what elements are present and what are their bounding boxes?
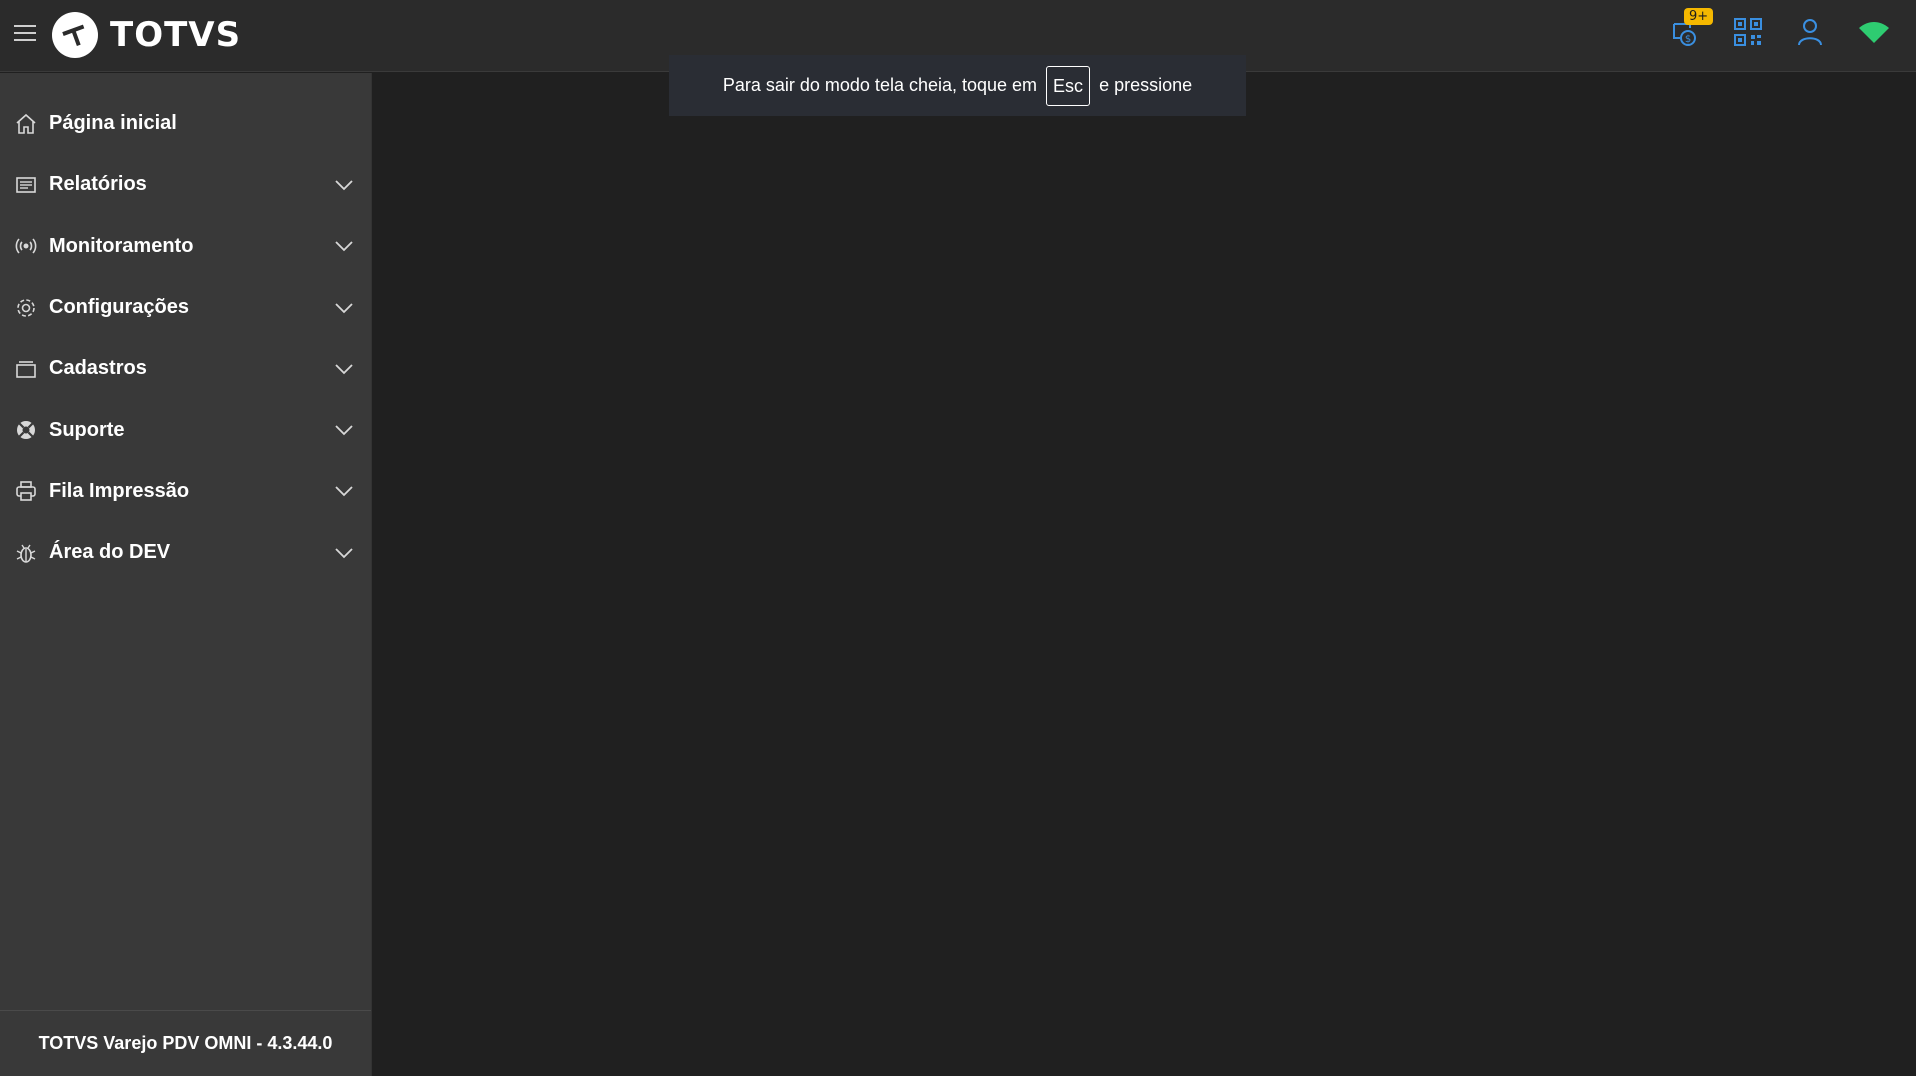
sidebar-item-label: Suporte — [49, 418, 125, 441]
app-version-label: TOTVS Varejo PDV OMNI - 4.3.44.0 — [38, 1033, 333, 1053]
connection-status[interactable] — [1856, 14, 1892, 54]
sidebar-item-suporte[interactable]: Suporte — [0, 399, 371, 460]
sidebar: Página inicial Relatórios Monitoramento … — [0, 73, 372, 1076]
svg-text:$: $ — [1685, 34, 1691, 45]
totvs-logo-icon — [52, 12, 98, 58]
chevron-down-icon[interactable] — [333, 235, 355, 257]
sidebar-item-fila-impressao[interactable]: Fila Impressão — [0, 461, 371, 522]
gear-icon — [17, 298, 35, 317]
sidebar-item-cadastros[interactable]: Cadastros — [0, 338, 371, 399]
lifebuoy-icon — [17, 421, 35, 440]
chevron-down-icon[interactable] — [333, 358, 355, 380]
sidebar-item-label: Configurações — [49, 296, 190, 319]
main-content — [372, 73, 1916, 1076]
sidebar-item-area-do-dev[interactable]: Área do DEV — [0, 522, 371, 583]
sidebar-item-configuracoes[interactable]: Configurações — [0, 277, 371, 338]
sidebar-item-label: Monitoramento — [49, 234, 194, 257]
printer-icon — [16, 481, 36, 502]
wifi-icon — [1859, 22, 1889, 43]
sidebar-item-label: Página inicial — [49, 112, 177, 135]
qr-code-icon — [1734, 18, 1762, 46]
sidebar-item-label: Área do DEV — [49, 541, 171, 564]
sidebar-item-monitoramento[interactable]: Monitoramento — [0, 216, 371, 277]
bug-icon — [16, 544, 36, 563]
home-icon — [16, 113, 36, 134]
sidebar-item-label: Fila Impressão — [49, 479, 190, 502]
chevron-down-icon[interactable] — [333, 419, 355, 441]
chevron-down-icon[interactable] — [333, 542, 355, 564]
sidebar-item-label: Relatórios — [49, 173, 147, 196]
user-button[interactable] — [1792, 14, 1828, 54]
chevron-down-icon[interactable] — [333, 480, 355, 502]
broadcast-icon — [15, 238, 37, 254]
menu-icon[interactable] — [12, 20, 38, 46]
chevron-down-icon[interactable] — [333, 297, 355, 319]
qr-code-button[interactable] — [1730, 14, 1766, 54]
sidebar-item-pagina-inicial[interactable]: Página inicial — [0, 93, 371, 154]
notification-badge: 9+ — [1684, 8, 1714, 25]
brand-logo[interactable]: TOTVS — [50, 10, 241, 60]
payment-sync-button[interactable]: $ 9+ — [1668, 8, 1714, 54]
chevron-down-icon[interactable] — [333, 174, 355, 196]
sidebar-item-relatorios[interactable]: Relatórios — [0, 154, 371, 215]
sidebar-item-label: Cadastros — [49, 357, 147, 380]
folder-icon — [16, 361, 36, 378]
app-version-footer: TOTVS Varejo PDV OMNI - 4.3.44.0 — [0, 1010, 371, 1076]
user-icon — [1798, 19, 1822, 46]
brand-name: TOTVS — [110, 15, 242, 55]
report-icon — [16, 177, 36, 193]
